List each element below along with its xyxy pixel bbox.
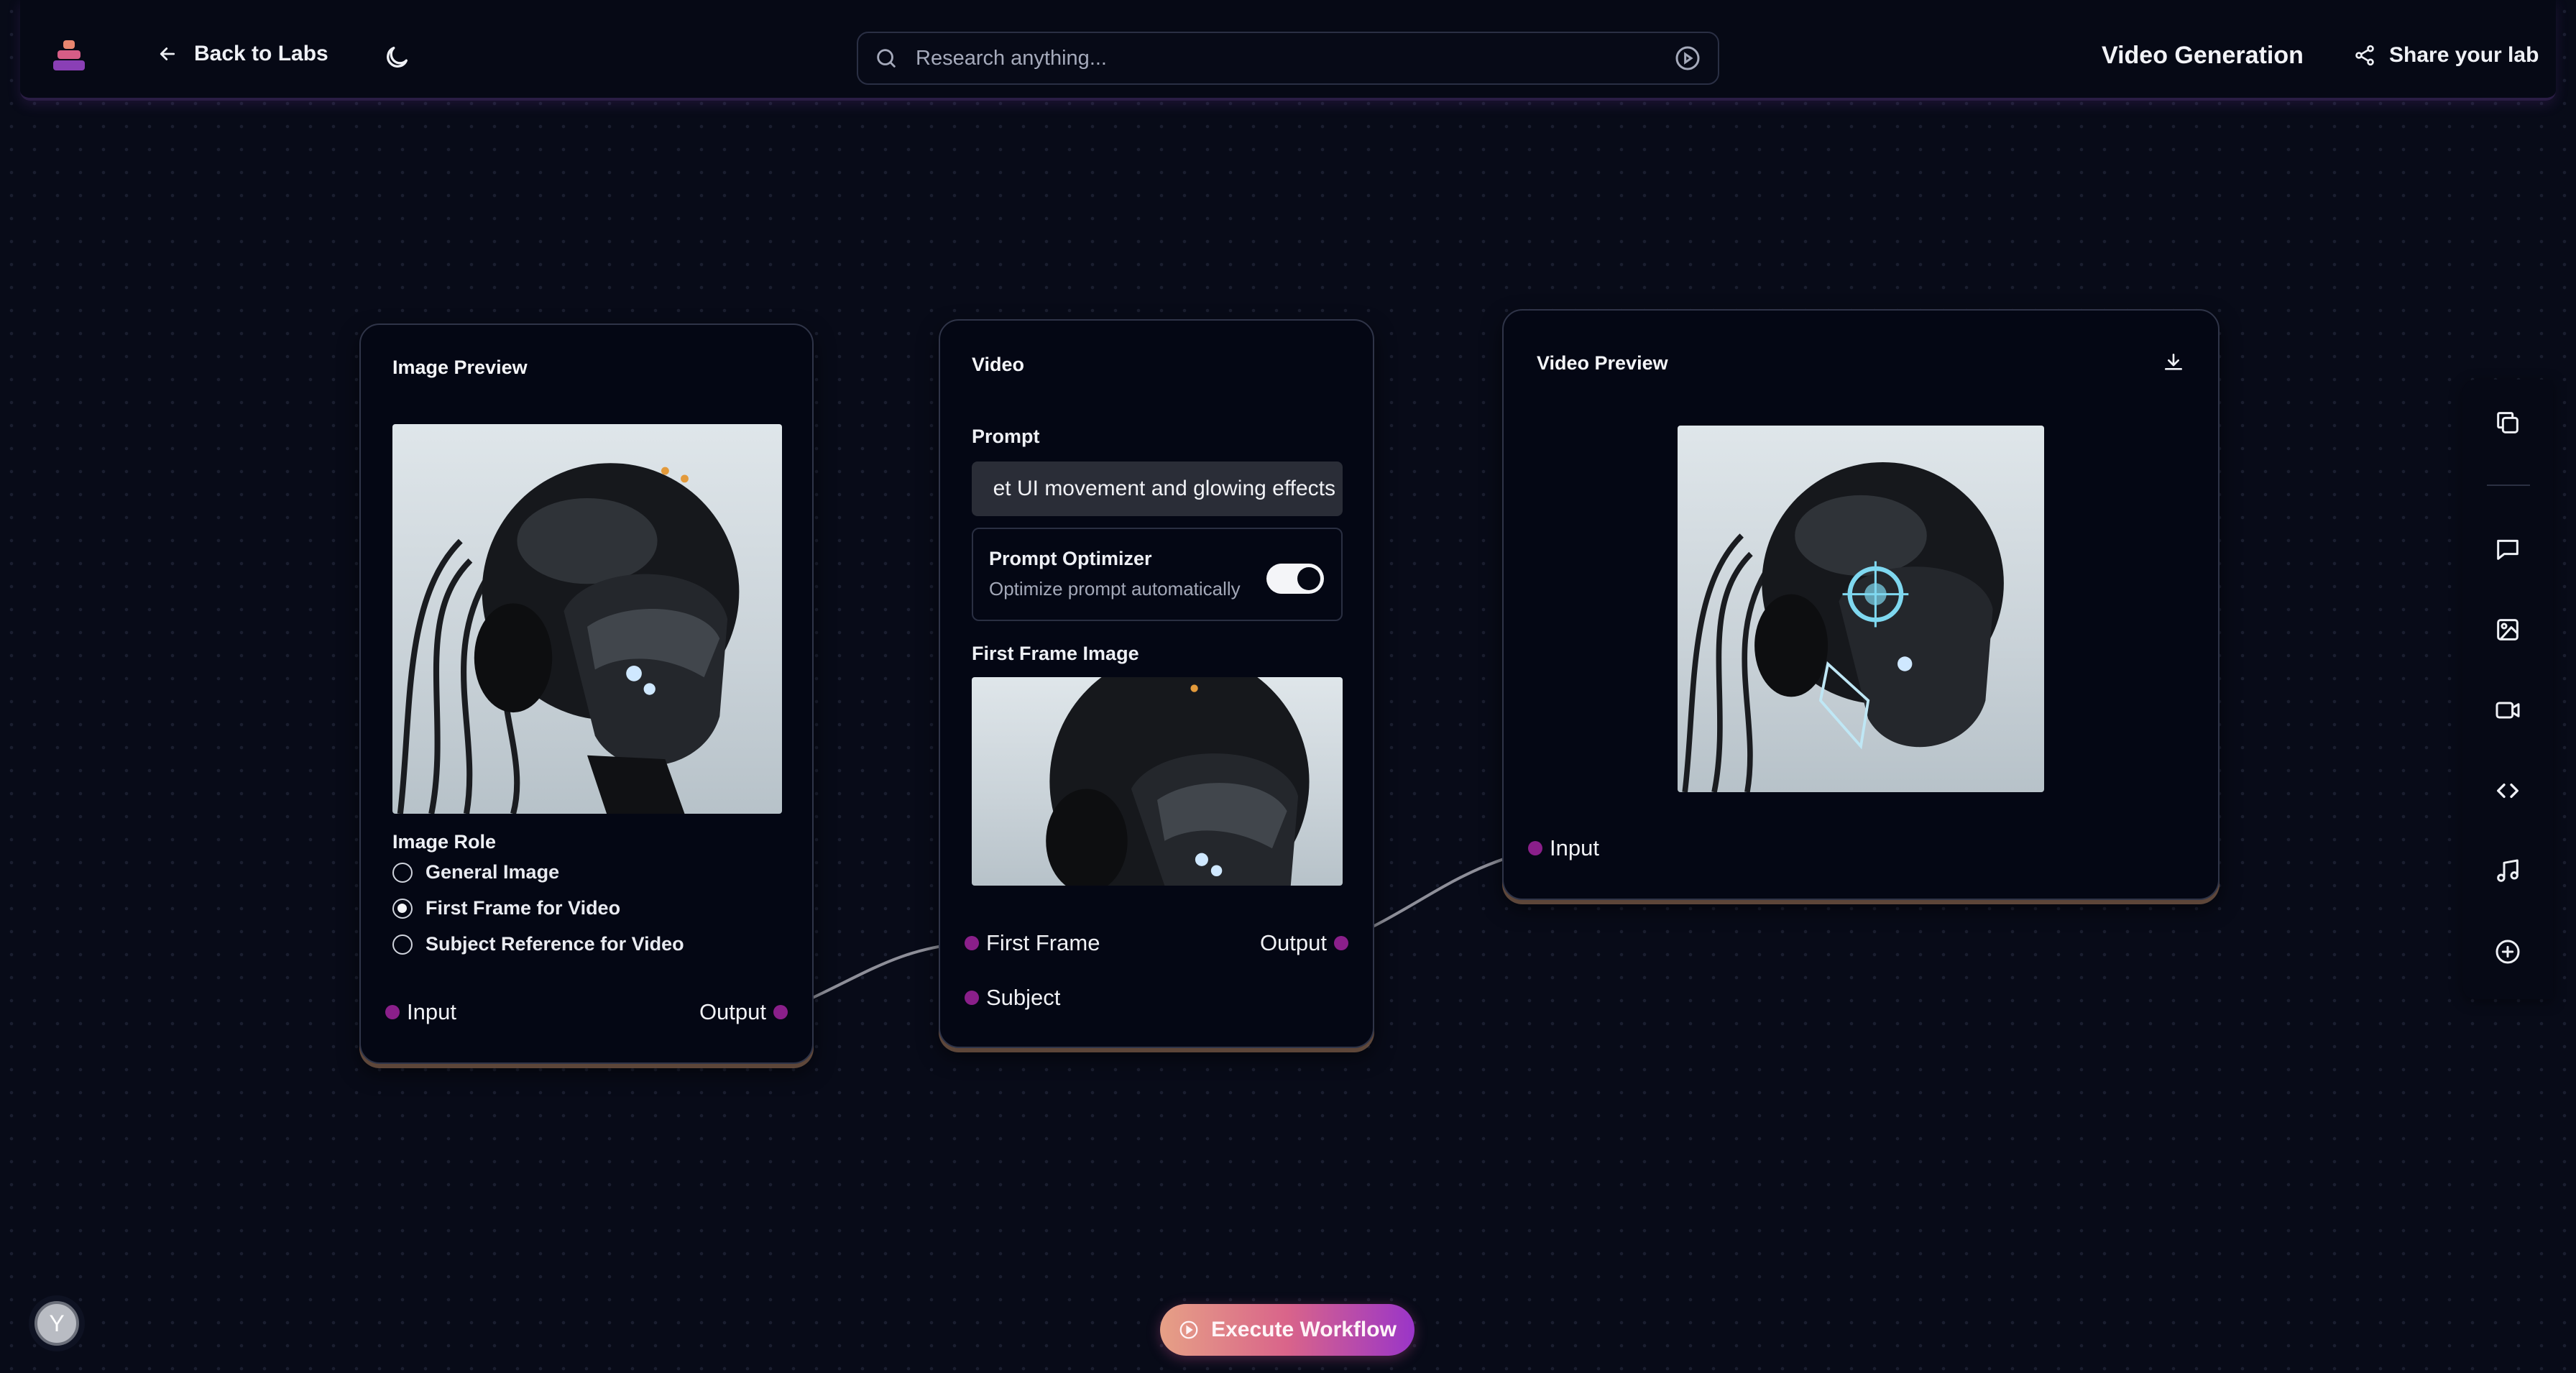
first-frame-image	[972, 677, 1343, 886]
play-circle-icon	[1179, 1321, 1198, 1339]
prompt-optimizer-card: Prompt Optimizer Optimize prompt automat…	[972, 528, 1343, 621]
prompt-optimizer-toggle[interactable]	[1266, 564, 1324, 594]
input-port[interactable]: Input	[385, 999, 456, 1025]
radio-button[interactable]	[392, 862, 413, 883]
port-label: Output	[1259, 930, 1327, 955]
video-preview-node[interactable]: Video Preview Input	[1502, 309, 2220, 900]
robot-head-image	[392, 424, 782, 814]
radio-button[interactable]	[392, 934, 413, 955]
role-option-label: First Frame for Video	[426, 897, 621, 919]
execute-workflow-label: Execute Workflow	[1211, 1318, 1397, 1341]
port-dot[interactable]	[1528, 841, 1542, 855]
prompt-label: Prompt	[972, 426, 1040, 447]
video-icon[interactable]	[2493, 696, 2522, 725]
prompt-value: et UI movement and glowing effects	[993, 477, 1335, 500]
app-logo[interactable]	[52, 39, 86, 73]
search-bar[interactable]: Research anything...	[857, 32, 1719, 85]
avatar-initial: Y	[49, 1310, 65, 1336]
message-icon[interactable]	[2493, 535, 2522, 564]
subject-port[interactable]: Subject	[965, 985, 1060, 1011]
share-lab-label: Share your lab	[2389, 43, 2539, 67]
node-title: Video Preview	[1537, 352, 1668, 374]
image-preview-node[interactable]: Image Preview Image Role General Image F…	[359, 323, 814, 1064]
user-avatar[interactable]: Y	[34, 1301, 79, 1346]
search-submit-icon[interactable]	[1673, 44, 1702, 73]
download-icon[interactable]	[2162, 351, 2185, 374]
role-option-label: Subject Reference for Video	[426, 933, 684, 955]
moon-icon	[387, 47, 408, 68]
search-input[interactable]: Research anything...	[916, 47, 1673, 70]
role-option-first-frame[interactable]: First Frame for Video	[392, 897, 620, 919]
code-icon[interactable]	[2493, 776, 2522, 805]
first-frame-port[interactable]: First Frame	[965, 930, 1100, 956]
port-dot[interactable]	[965, 991, 979, 1005]
port-label: Input	[407, 999, 456, 1024]
copy-icon[interactable]	[2493, 408, 2522, 437]
top-bar: Back to Labs Research anything... Video …	[20, 0, 2556, 101]
arrow-left-icon	[160, 47, 175, 60]
video-preview-frame[interactable]	[1678, 426, 2044, 792]
role-option-label: General Image	[426, 861, 560, 883]
search-icon	[877, 49, 896, 68]
port-dot[interactable]	[1334, 936, 1348, 950]
music-icon[interactable]	[2493, 857, 2522, 886]
node-title: Video	[972, 354, 1025, 375]
node-toolbar	[2462, 380, 2553, 999]
toolbar-divider	[2487, 485, 2530, 486]
back-to-labs-label: Back to Labs	[194, 42, 328, 65]
port-label: Input	[1550, 835, 1599, 860]
image-role-label: Image Role	[392, 831, 497, 853]
input-port[interactable]: Input	[1528, 835, 1599, 861]
output-port[interactable]: Output	[699, 999, 788, 1025]
node-title: Image Preview	[392, 357, 528, 378]
page-title: Video Generation	[2102, 42, 2304, 69]
port-label: First Frame	[986, 930, 1100, 955]
optimizer-title: Prompt Optimizer	[989, 548, 1152, 569]
image-icon[interactable]	[2493, 615, 2522, 644]
add-icon[interactable]	[2493, 937, 2522, 966]
radio-button-selected[interactable]	[392, 898, 413, 919]
share-lab-button[interactable]: Share your lab	[2353, 43, 2539, 68]
role-option-general-image[interactable]: General Image	[392, 861, 559, 883]
execute-workflow-button[interactable]: Execute Workflow	[1160, 1304, 1414, 1356]
port-dot[interactable]	[385, 1005, 400, 1019]
video-node[interactable]: Video Prompt et UI movement and glowing …	[939, 319, 1374, 1048]
prompt-input[interactable]: et UI movement and glowing effects	[972, 462, 1343, 516]
port-dot[interactable]	[965, 936, 979, 950]
role-option-subject-reference[interactable]: Subject Reference for Video	[392, 933, 684, 955]
port-dot[interactable]	[773, 1005, 788, 1019]
theme-toggle-button[interactable]	[382, 43, 411, 72]
back-to-labs-button[interactable]: Back to Labs	[157, 42, 328, 66]
output-port[interactable]: Output	[1260, 930, 1348, 956]
port-label: Output	[699, 999, 766, 1024]
port-label: Subject	[986, 985, 1061, 1010]
share-icon	[2355, 45, 2374, 66]
optimizer-description: Optimize prompt automatically	[989, 578, 1241, 600]
first-frame-image-label: First Frame Image	[972, 643, 1139, 664]
